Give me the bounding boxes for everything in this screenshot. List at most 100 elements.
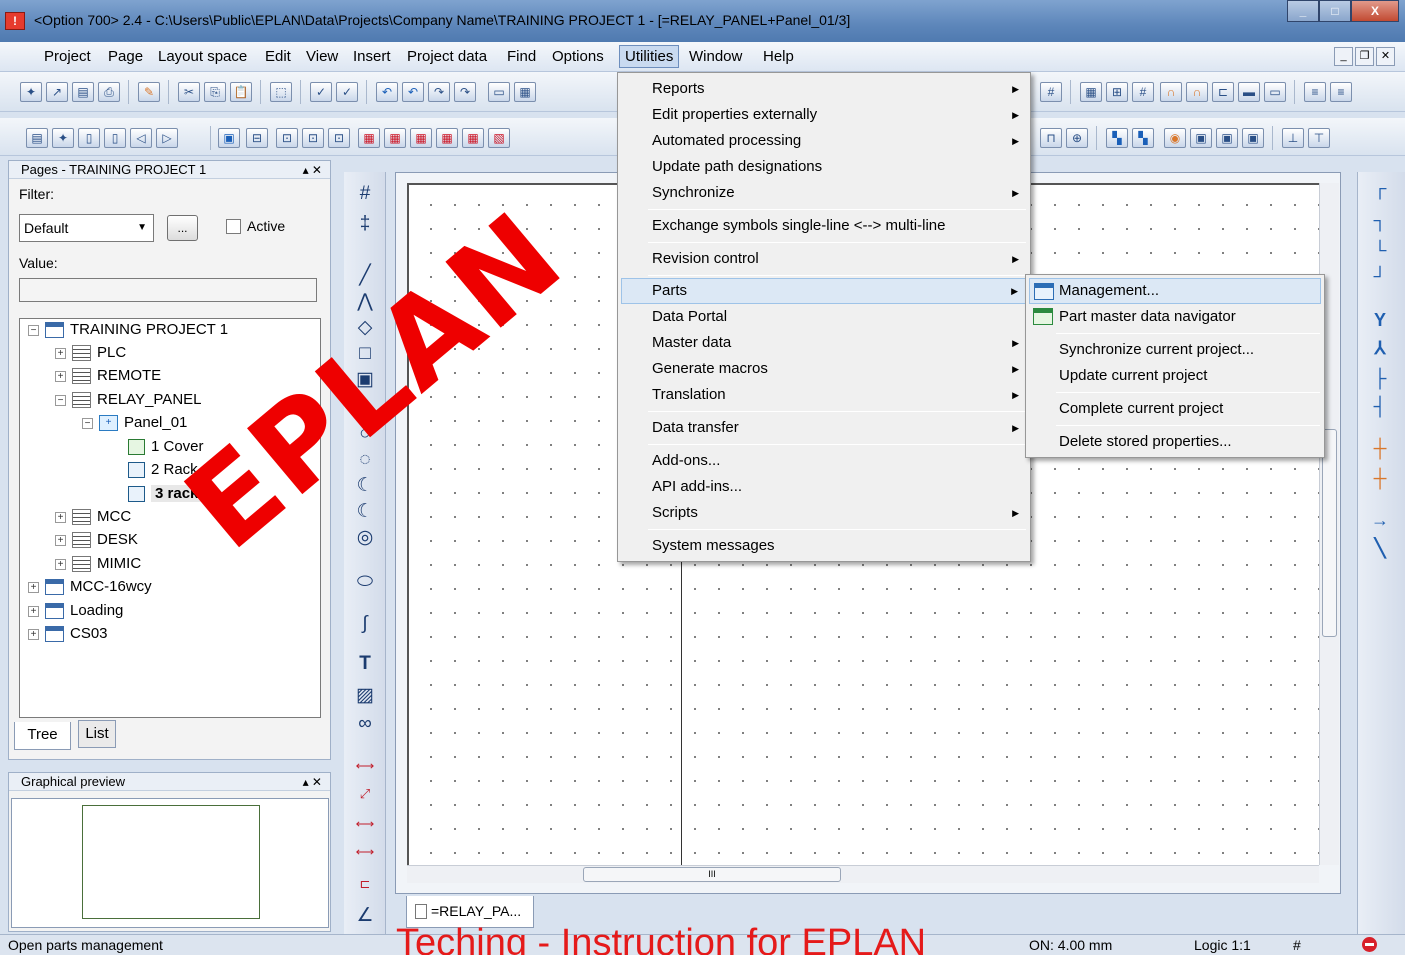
spline-icon[interactable]: ∫ [353, 612, 377, 636]
menu-project-data[interactable]: Project data [407, 48, 487, 65]
text-icon[interactable]: T [353, 652, 377, 676]
plug-definition-icon[interactable]: ▦ [436, 128, 458, 148]
line-icon[interactable]: ╱ [353, 264, 377, 288]
menu-item-add-ons[interactable]: Add-ons... [621, 448, 1027, 474]
paste-icon[interactable]: 📋 [230, 82, 252, 102]
connection-point-icon[interactable]: ▚ [1106, 128, 1128, 148]
corner-bottom-right-icon[interactable]: ┘ [1368, 264, 1392, 288]
corner-bottom-left-icon[interactable]: └ [1368, 238, 1392, 262]
minimize-button[interactable]: _ [1287, 0, 1319, 22]
new-page-icon[interactable]: ✦ [52, 128, 74, 148]
rectangle-icon[interactable]: ▭ [1264, 82, 1286, 102]
doc-minimize-button[interactable]: _ [1334, 47, 1353, 66]
menu-item-generate-macros[interactable]: Generate macros ▶ [621, 356, 1027, 382]
menu-window[interactable]: Window [689, 48, 742, 65]
previous-page-icon[interactable]: ◁ [130, 128, 152, 148]
dimension-chain-icon[interactable]: ⟷ [353, 812, 377, 836]
terminal-icon[interactable]: ▦ [358, 128, 380, 148]
menu-item-api-add-ins[interactable]: API add-ins... [621, 474, 1027, 500]
connection-icon[interactable]: ⊏ [1212, 82, 1234, 102]
tree-node-relay-panel[interactable]: − RELAY_PANEL [55, 389, 202, 411]
submenu-item-synchronize-current-project[interactable]: Synchronize current project... [1029, 337, 1321, 363]
text-lines-icon[interactable]: ≡ [1304, 82, 1326, 102]
copy-icon[interactable]: ⎘ [204, 82, 226, 102]
page-properties-icon[interactable]: ▯ [104, 128, 126, 148]
menu-view[interactable]: View [306, 48, 338, 65]
submenu-item-complete-current-project[interactable]: Complete current project [1029, 396, 1321, 422]
connection-point-2-icon[interactable]: ▚ [1132, 128, 1154, 148]
connection-symbol-2-icon[interactable]: ⊤ [1308, 128, 1330, 148]
dimension-aligned-icon[interactable]: ⤢ [353, 782, 377, 806]
tab-tree[interactable]: Tree [14, 722, 71, 750]
undo-icon[interactable]: ↶ [376, 82, 398, 102]
connection-symbol-icon[interactable]: ⊥ [1282, 128, 1304, 148]
check-all-icon[interactable]: ✓ [336, 82, 358, 102]
link-icon[interactable]: ⊕ [1066, 128, 1088, 148]
redo-list-icon[interactable]: ↷ [454, 82, 476, 102]
magnet-icon[interactable]: ∩ [1160, 82, 1182, 102]
collapse-icon[interactable]: − [28, 324, 39, 336]
menu-item-automated-processing[interactable]: Automated processing ▶ [621, 128, 1027, 154]
corner-top-left-icon[interactable]: ┌ [1368, 176, 1392, 200]
stop-icon[interactable] [1362, 937, 1377, 952]
menu-item-data-transfer[interactable]: Data transfer ▶ [621, 415, 1027, 441]
dimension-incremental-icon[interactable]: ⊏ [353, 872, 377, 896]
sector-icon[interactable]: ◎ [353, 526, 377, 550]
menu-item-synchronize[interactable]: Synchronize ▶ [621, 180, 1027, 206]
cable-icon[interactable]: ▦ [462, 128, 484, 148]
check-icon[interactable]: ✓ [310, 82, 332, 102]
tab-list[interactable]: List [78, 720, 116, 748]
corner-top-right-icon[interactable]: ┐ [1368, 208, 1392, 232]
pin-close-icon[interactable]: ▴ ✕ [303, 161, 322, 179]
submenu-item-delete-stored-properties[interactable]: Delete stored properties... [1029, 429, 1321, 455]
plug-icon[interactable]: ▦ [410, 128, 432, 148]
shield-icon[interactable]: ▧ [488, 128, 510, 148]
page-icon[interactable]: ▭ [488, 82, 510, 102]
vertical-scroll-thumb[interactable] [1322, 429, 1337, 637]
grid-snap-icon[interactable]: ‡ [353, 212, 377, 236]
page-navigator-icon[interactable]: ▤ [72, 82, 94, 102]
expand-icon[interactable]: + [28, 605, 39, 617]
new-project-icon[interactable]: ✦ [20, 82, 42, 102]
hash-grid-icon[interactable]: # [1132, 82, 1154, 102]
submenu-item-part-master-data-navigator[interactable]: Part master data navigator [1029, 304, 1321, 330]
collapse-icon[interactable]: − [55, 394, 66, 406]
menu-item-translation[interactable]: Translation ▶ [621, 382, 1027, 408]
filter-browse-button[interactable]: ... [167, 215, 198, 241]
menu-item-exchange-symbols[interactable]: Exchange symbols single-line <--> multi-… [621, 213, 1027, 239]
tee-left-icon[interactable]: ┤ [1368, 394, 1392, 418]
mode-2-icon[interactable]: ▣ [1190, 128, 1212, 148]
grid-e-icon[interactable]: # [1040, 82, 1062, 102]
plc-icon[interactable]: ⊟ [246, 128, 268, 148]
expand-icon[interactable]: + [55, 558, 66, 570]
collapse-icon[interactable]: − [82, 417, 93, 429]
text-lines-2-icon[interactable]: ≡ [1330, 82, 1352, 102]
warning-triangle-icon[interactable]: ! [5, 12, 25, 30]
menu-options[interactable]: Options [552, 48, 604, 65]
menu-edit[interactable]: Edit [265, 48, 291, 65]
redo-icon[interactable]: ↷ [428, 82, 450, 102]
terminal-strip-icon[interactable]: ▦ [384, 128, 406, 148]
grid-icon[interactable]: ▦ [1080, 82, 1102, 102]
potential-icon[interactable]: ⊡ [328, 128, 350, 148]
select-frame-icon[interactable]: ⬚ [270, 82, 292, 102]
black-box-icon[interactable]: ⊡ [276, 128, 298, 148]
tree-node-mimic[interactable]: + MIMIC [55, 553, 141, 575]
cross-2-icon[interactable]: ┼ [1368, 466, 1392, 490]
submenu-item-management[interactable]: Management... [1029, 278, 1321, 304]
submenu-item-update-current-project[interactable]: Update current project [1029, 363, 1321, 389]
page-macro-icon[interactable]: ▤ [26, 128, 48, 148]
tree-node-remote[interactable]: + REMOTE [55, 365, 161, 387]
filter-combo[interactable]: Default ▼ [19, 214, 154, 242]
input-field-icon[interactable]: ▬ [1238, 82, 1260, 102]
tree-node-training-project-1[interactable]: − TRAINING PROJECT 1 [28, 319, 228, 341]
doc-restore-button[interactable]: ❐ [1355, 47, 1374, 66]
undo-list-icon[interactable]: ↶ [402, 82, 424, 102]
open-page-icon[interactable]: ▯ [78, 128, 100, 148]
expand-icon[interactable]: + [55, 534, 66, 546]
expand-icon[interactable]: + [28, 628, 39, 640]
menu-item-edit-properties-externally[interactable]: Edit properties externally ▶ [621, 102, 1027, 128]
tee-up-icon[interactable]: ⅄ [1368, 336, 1392, 360]
wrench-icon[interactable]: ✎ [138, 82, 160, 102]
structure-box-icon[interactable]: ⊡ [302, 128, 324, 148]
